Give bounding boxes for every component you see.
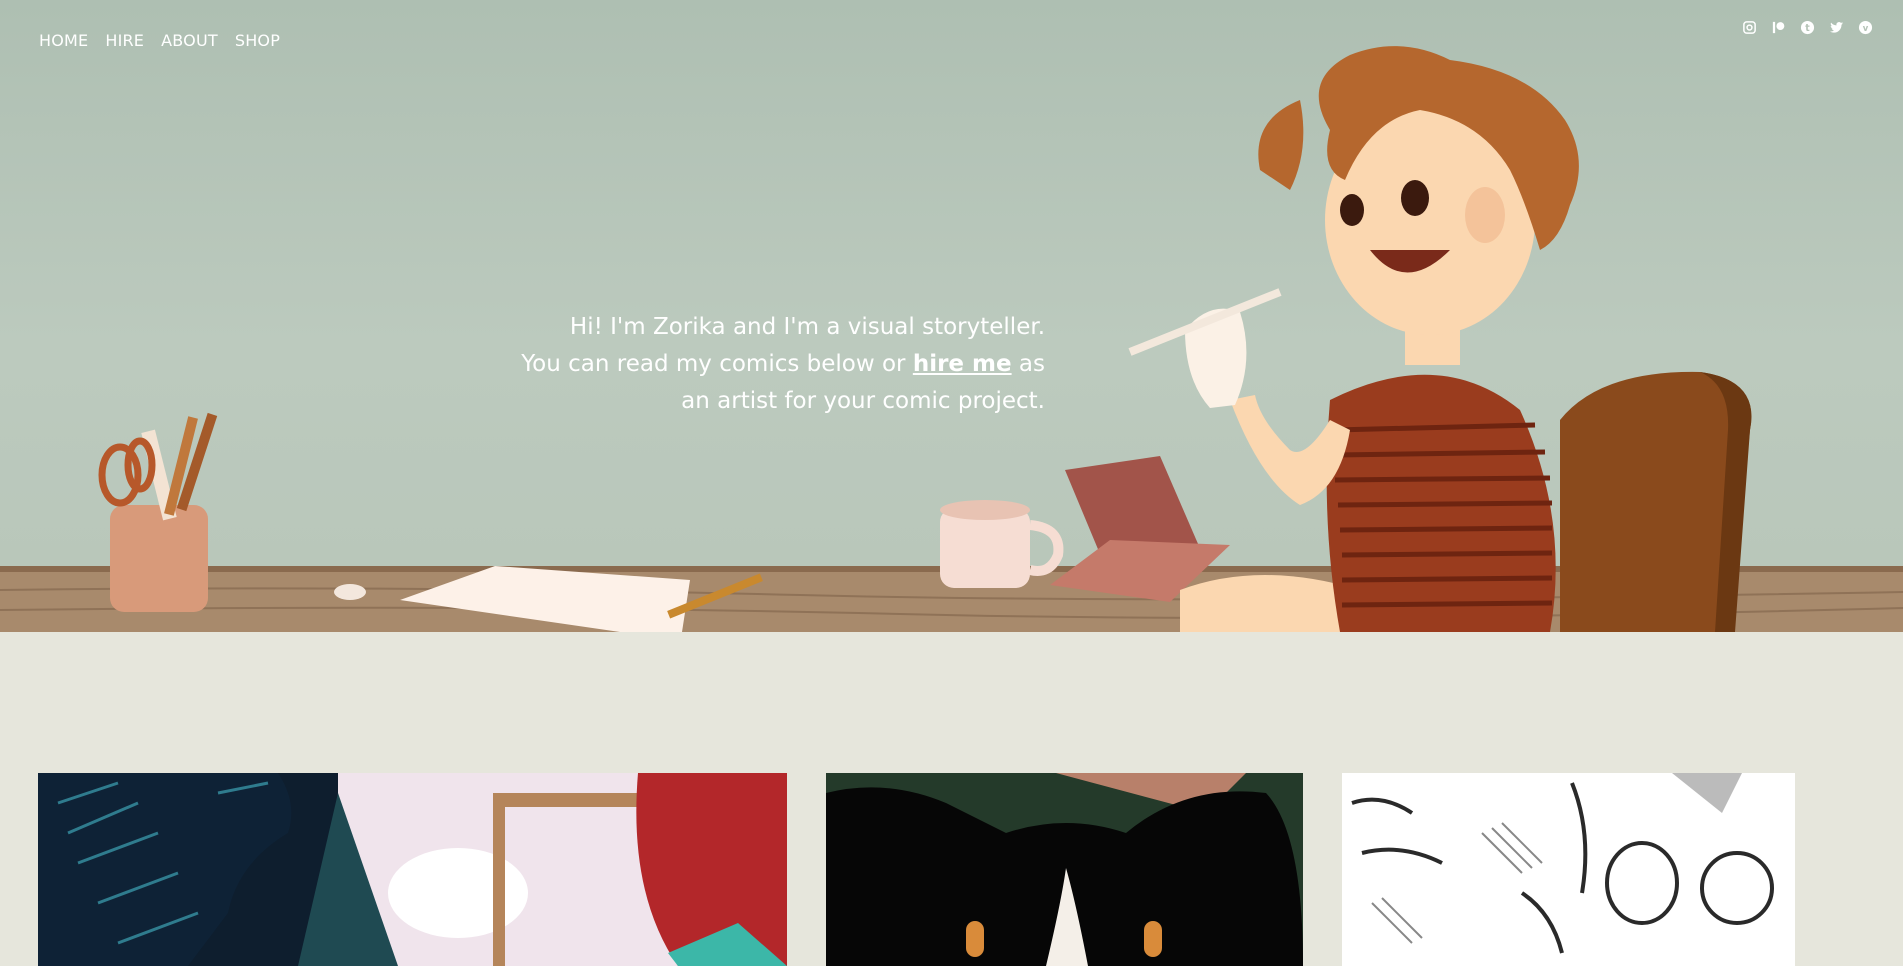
comic-thumb-winter-forest[interactable] [38, 773, 787, 966]
hero-banner: HOME HIRE ABOUT SHOP t v Hi! I'm Zorika … [0, 0, 1903, 632]
svg-text:t: t [1805, 23, 1810, 34]
vimeo-icon[interactable]: v [1858, 20, 1873, 35]
comic-thumb-black-cat[interactable] [826, 773, 1303, 966]
intro-line-2-text: You can read my comics below or [521, 351, 913, 377]
svg-text:v: v [1863, 23, 1869, 33]
nav-shop[interactable]: SHOP [235, 31, 280, 50]
tumblr-icon[interactable]: t [1800, 20, 1815, 35]
social-links: t v [1742, 20, 1873, 35]
intro-line-2-end: as [1011, 351, 1045, 377]
intro-line-2: You can read my comics below or hire me … [445, 346, 1045, 383]
instagram-icon[interactable] [1742, 20, 1757, 35]
intro-line-3: an artist for your comic project. [681, 388, 1045, 414]
nav-home[interactable]: HOME [39, 31, 88, 50]
hire-me-link[interactable]: hire me [913, 351, 1012, 377]
nav-about[interactable]: ABOUT [161, 31, 218, 50]
nav-hire[interactable]: HIRE [105, 31, 144, 50]
twitter-icon[interactable] [1829, 20, 1844, 35]
main-nav: HOME HIRE ABOUT SHOP [39, 31, 280, 50]
intro-text: Hi! I'm Zorika and I'm a visual storytel… [445, 309, 1045, 420]
intro-line-1: Hi! I'm Zorika and I'm a visual storytel… [569, 314, 1045, 340]
comic-thumb-sketch-faces[interactable] [1342, 773, 1795, 966]
patreon-icon[interactable] [1771, 20, 1786, 35]
comics-grid [0, 773, 1903, 966]
